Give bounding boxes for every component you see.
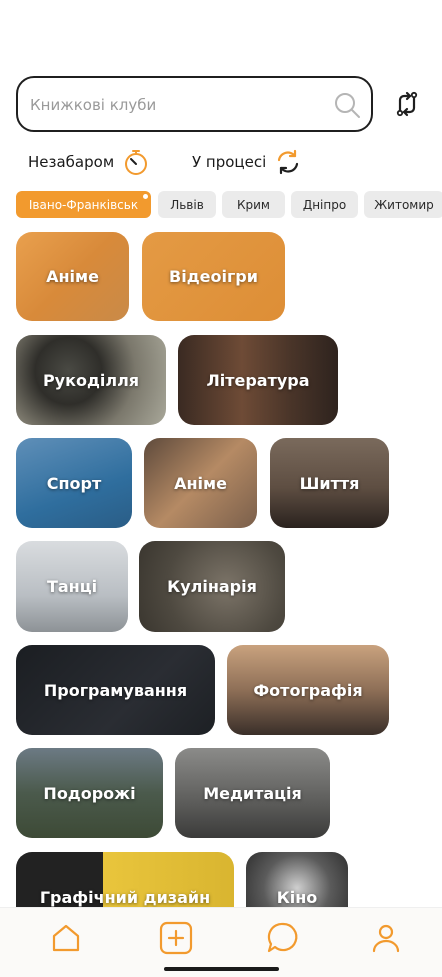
category-tile-handicraft[interactable]: Рукоділля xyxy=(16,335,166,425)
category-tile-videogames[interactable]: Відеоігри xyxy=(142,232,285,321)
filter-row: Незабаром У процесі xyxy=(16,146,426,178)
search-box[interactable] xyxy=(16,76,373,132)
category-label: Спорт xyxy=(46,473,102,493)
category-label: Танці xyxy=(46,577,98,596)
search-input[interactable] xyxy=(30,91,330,119)
category-tile-programming[interactable]: Програмування xyxy=(16,645,215,735)
nav-home[interactable] xyxy=(46,918,86,958)
category-label: Фотографія xyxy=(253,680,363,700)
swap-icon[interactable] xyxy=(391,88,423,120)
city-chip-label: Житомир xyxy=(374,197,434,212)
city-chip-label: Івано-Франківськ xyxy=(28,197,139,212)
category-label: Шиття xyxy=(299,473,360,493)
category-label: Графічний дизайн xyxy=(39,887,211,907)
home-icon xyxy=(52,924,80,952)
category-label: Медитація xyxy=(203,783,302,803)
category-label: Аніме xyxy=(174,473,227,493)
filter-in-progress[interactable]: У процесі xyxy=(192,146,302,178)
category-tile-anime[interactable]: Аніме xyxy=(16,232,129,321)
category-tile-meditation[interactable]: Медитація xyxy=(175,748,330,838)
category-tile-sport[interactable]: Спорт xyxy=(16,438,132,528)
bottom-nav xyxy=(0,907,442,977)
city-chip-krym[interactable]: Крим xyxy=(222,191,285,218)
category-tile-anime-2[interactable]: Аніме xyxy=(144,438,257,528)
category-label: Рукоділля xyxy=(42,370,140,390)
city-chip-ivano-frankivsk[interactable]: Івано-Франківськ xyxy=(16,191,151,218)
stopwatch-icon xyxy=(125,150,148,175)
nav-profile[interactable] xyxy=(366,918,406,958)
add-icon xyxy=(159,921,193,955)
category-label: Програмування xyxy=(43,680,188,700)
category-label: Відеоігри xyxy=(169,267,258,286)
category-tile-sewing[interactable]: Шиття xyxy=(270,438,389,528)
city-chip-label: Львів xyxy=(170,197,204,212)
city-chip-dnipro[interactable]: Дніпро xyxy=(291,191,358,218)
chat-icon xyxy=(267,922,298,953)
city-chips: Івано-Франківськ Львів Крим Дніпро Житом… xyxy=(16,191,442,218)
category-tile-literature[interactable]: Література xyxy=(178,335,338,425)
filter-soon[interactable]: Незабаром xyxy=(28,146,150,178)
filter-soon-label: Незабаром xyxy=(28,153,115,171)
category-tile-travel[interactable]: Подорожі xyxy=(16,748,163,838)
profile-icon xyxy=(372,924,400,953)
category-tile-photography[interactable]: Фотографія xyxy=(227,645,389,735)
city-chip-lviv[interactable]: Львів xyxy=(158,191,216,218)
search-row xyxy=(16,76,426,132)
category-label: Аніме xyxy=(46,267,99,286)
category-tile-dance[interactable]: Танці xyxy=(16,541,128,632)
nav-add[interactable] xyxy=(156,918,196,958)
category-label: Кіно xyxy=(276,887,318,907)
category-tile-culinary[interactable]: Кулінарія xyxy=(139,541,285,632)
city-chip-label: Крим xyxy=(237,197,270,212)
search-icon[interactable] xyxy=(333,91,361,119)
category-label: Кулінарія xyxy=(167,577,257,596)
refresh-icon xyxy=(278,149,299,175)
category-label: Література xyxy=(206,370,310,390)
active-dot xyxy=(143,194,148,199)
nav-chat[interactable] xyxy=(263,918,303,958)
home-indicator xyxy=(164,967,279,971)
city-chip-zhytomyr[interactable]: Житомир xyxy=(364,191,442,218)
city-chip-label: Дніпро xyxy=(302,197,347,212)
filter-in-progress-label: У процесі xyxy=(192,153,267,171)
category-label: Подорожі xyxy=(43,783,136,803)
